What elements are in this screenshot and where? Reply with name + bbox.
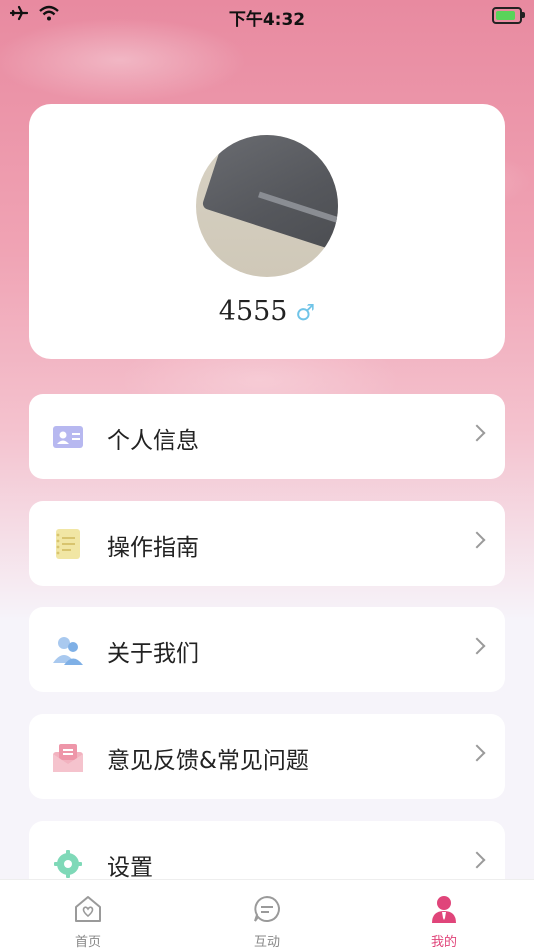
home-heart-icon <box>75 896 101 922</box>
tab-label: 我的 <box>430 935 457 950</box>
person-icon <box>432 896 456 923</box>
status-time: 下午4:32 <box>228 10 306 30</box>
menu-item-feedback-faq[interactable]: 意见反馈&常见问题 <box>29 714 505 799</box>
menu-item-guide[interactable]: 操作指南 <box>29 501 505 586</box>
tab-home[interactable]: 首页 <box>28 880 148 951</box>
battery-indicator <box>492 7 525 29</box>
chat-bubble-icon <box>254 895 280 922</box>
profile-name-row: 4555 ♂ <box>29 296 505 327</box>
id-card-icon <box>53 426 83 448</box>
tab-bar: 首页 互动 我的 <box>0 879 534 951</box>
envelope-icon <box>53 744 83 772</box>
tab-mine[interactable]: 我的 <box>384 880 504 951</box>
menu-label: 个人信息 <box>107 428 199 454</box>
menu-label: 设置 <box>107 855 153 881</box>
gender-male-icon: ♂ <box>295 301 316 326</box>
menu-label: 操作指南 <box>107 535 199 561</box>
chevron-right-icon <box>468 744 486 762</box>
users-icon <box>53 637 83 665</box>
tab-interaction[interactable]: 互动 <box>207 880 327 951</box>
profile-name: 4555 <box>218 296 288 327</box>
chevron-right-icon <box>468 637 486 655</box>
chevron-right-icon <box>468 531 486 549</box>
chevron-right-icon <box>468 851 486 869</box>
avatar[interactable] <box>196 135 338 277</box>
status-bar: 下午4:32 <box>0 0 534 30</box>
tab-label: 首页 <box>74 935 101 950</box>
gear-icon <box>54 850 82 878</box>
menu-item-personal-info[interactable]: 个人信息 <box>29 394 505 479</box>
notebook-icon <box>56 529 80 559</box>
profile-card[interactable]: 4555 ♂ <box>29 104 505 359</box>
menu-label: 关于我们 <box>107 641 199 667</box>
tab-label: 互动 <box>253 935 280 950</box>
battery-icon <box>492 7 525 24</box>
chevron-right-icon <box>468 424 486 442</box>
menu-label: 意见反馈&常见问题 <box>107 748 309 774</box>
menu-item-about-us[interactable]: 关于我们 <box>29 607 505 692</box>
